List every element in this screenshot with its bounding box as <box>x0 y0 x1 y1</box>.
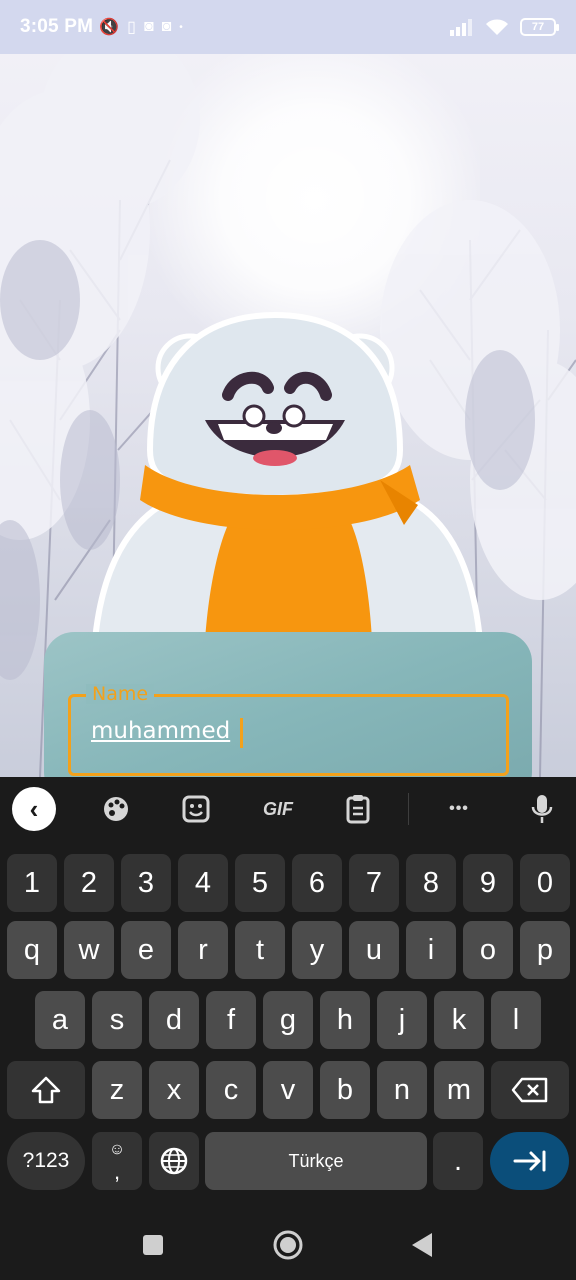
key-m[interactable]: m <box>434 1061 484 1119</box>
wifi-icon <box>486 19 508 35</box>
key-d[interactable]: d <box>149 991 199 1049</box>
triangle-back-icon <box>412 1233 432 1257</box>
keyboard-toolbar: ‹ GIF ••• <box>0 777 576 841</box>
key-b[interactable]: b <box>320 1061 370 1119</box>
key-j[interactable]: j <box>377 991 427 1049</box>
shift-key[interactable] <box>7 1061 85 1119</box>
key-t[interactable]: t <box>235 921 285 979</box>
palette-icon[interactable] <box>94 787 138 831</box>
navigation-bar <box>0 1210 576 1280</box>
key-1[interactable]: 1 <box>7 854 57 912</box>
key-8[interactable]: 8 <box>406 854 456 912</box>
more-icon[interactable]: ••• <box>436 787 482 831</box>
enter-key[interactable] <box>490 1132 569 1190</box>
text-caret <box>240 718 243 748</box>
circle-icon <box>273 1230 303 1260</box>
key-v[interactable]: v <box>263 1061 313 1119</box>
key-a[interactable]: a <box>35 991 85 1049</box>
dot-icon: • <box>179 21 183 33</box>
key-f[interactable]: f <box>206 991 256 1049</box>
clipboard-icon[interactable] <box>336 787 380 831</box>
keyboard: ‹ GIF ••• 1234567890 qwertyuiop asdfghjkl z… <box>0 777 576 1210</box>
key-w[interactable]: w <box>64 921 114 979</box>
sim-icon: ▯ <box>127 19 136 36</box>
key-c[interactable]: c <box>206 1061 256 1119</box>
key-s[interactable]: s <box>92 991 142 1049</box>
comma-label: , <box>113 1159 121 1184</box>
signal-icon <box>450 19 472 36</box>
globe-icon <box>160 1147 188 1175</box>
key-y[interactable]: y <box>292 921 342 979</box>
shift-icon <box>31 1076 61 1104</box>
key-7[interactable]: 7 <box>349 854 399 912</box>
backspace-key[interactable] <box>491 1061 569 1119</box>
key-4[interactable]: 4 <box>178 854 228 912</box>
key-o[interactable]: o <box>463 921 513 979</box>
mute-icon: 🔇 <box>99 19 120 36</box>
name-input-value[interactable]: muhammed <box>91 718 230 744</box>
key-q[interactable]: q <box>7 921 57 979</box>
comma-emoji-key[interactable]: ☺, <box>92 1132 142 1190</box>
gif-button[interactable]: GIF <box>254 787 302 831</box>
next-arrow-icon <box>513 1150 545 1172</box>
key-p[interactable]: p <box>520 921 570 979</box>
key-i[interactable]: i <box>406 921 456 979</box>
key-9[interactable]: 9 <box>463 854 513 912</box>
sticker-icon[interactable] <box>174 787 218 831</box>
name-field-label: Name <box>86 684 155 704</box>
emoji-icon: ☺ <box>108 1141 126 1158</box>
instagram-icon: ◙ <box>161 18 172 35</box>
key-u[interactable]: u <box>349 921 399 979</box>
recents-button[interactable] <box>142 1234 164 1256</box>
key-l[interactable]: l <box>491 991 541 1049</box>
key-r[interactable]: r <box>178 921 228 979</box>
key-x[interactable]: x <box>149 1061 199 1119</box>
key-h[interactable]: h <box>320 991 370 1049</box>
status-bar: 3:05 PM 🔇 ▯ ◙ ◙ • 77 <box>0 0 576 54</box>
battery-icon: 77 <box>520 18 559 36</box>
square-icon <box>143 1235 163 1255</box>
home-button[interactable] <box>272 1229 304 1261</box>
space-key[interactable]: Türkçe <box>205 1132 427 1190</box>
system-icons: 77 <box>450 17 559 37</box>
key-k[interactable]: k <box>434 991 484 1049</box>
period-key[interactable]: . <box>433 1132 483 1190</box>
key-n[interactable]: n <box>377 1061 427 1119</box>
language-key[interactable] <box>149 1132 199 1190</box>
key-0[interactable]: 0 <box>520 854 570 912</box>
key-e[interactable]: e <box>121 921 171 979</box>
toolbar-divider <box>408 793 409 825</box>
key-z[interactable]: z <box>92 1061 142 1119</box>
symbols-key[interactable]: ?123 <box>7 1132 85 1190</box>
mic-icon[interactable] <box>520 787 564 831</box>
key-2[interactable]: 2 <box>64 854 114 912</box>
notification-icons: 🔇 ▯ ◙ ◙ • <box>99 17 183 37</box>
back-button[interactable] <box>410 1232 434 1258</box>
key-g[interactable]: g <box>263 991 313 1049</box>
key-5[interactable]: 5 <box>235 854 285 912</box>
instagram-icon: ◙ <box>143 18 154 35</box>
backspace-icon <box>511 1077 548 1103</box>
status-time: 3:05 PM <box>20 16 94 37</box>
key-6[interactable]: 6 <box>292 854 342 912</box>
key-3[interactable]: 3 <box>121 854 171 912</box>
back-icon[interactable]: ‹ <box>12 787 56 831</box>
